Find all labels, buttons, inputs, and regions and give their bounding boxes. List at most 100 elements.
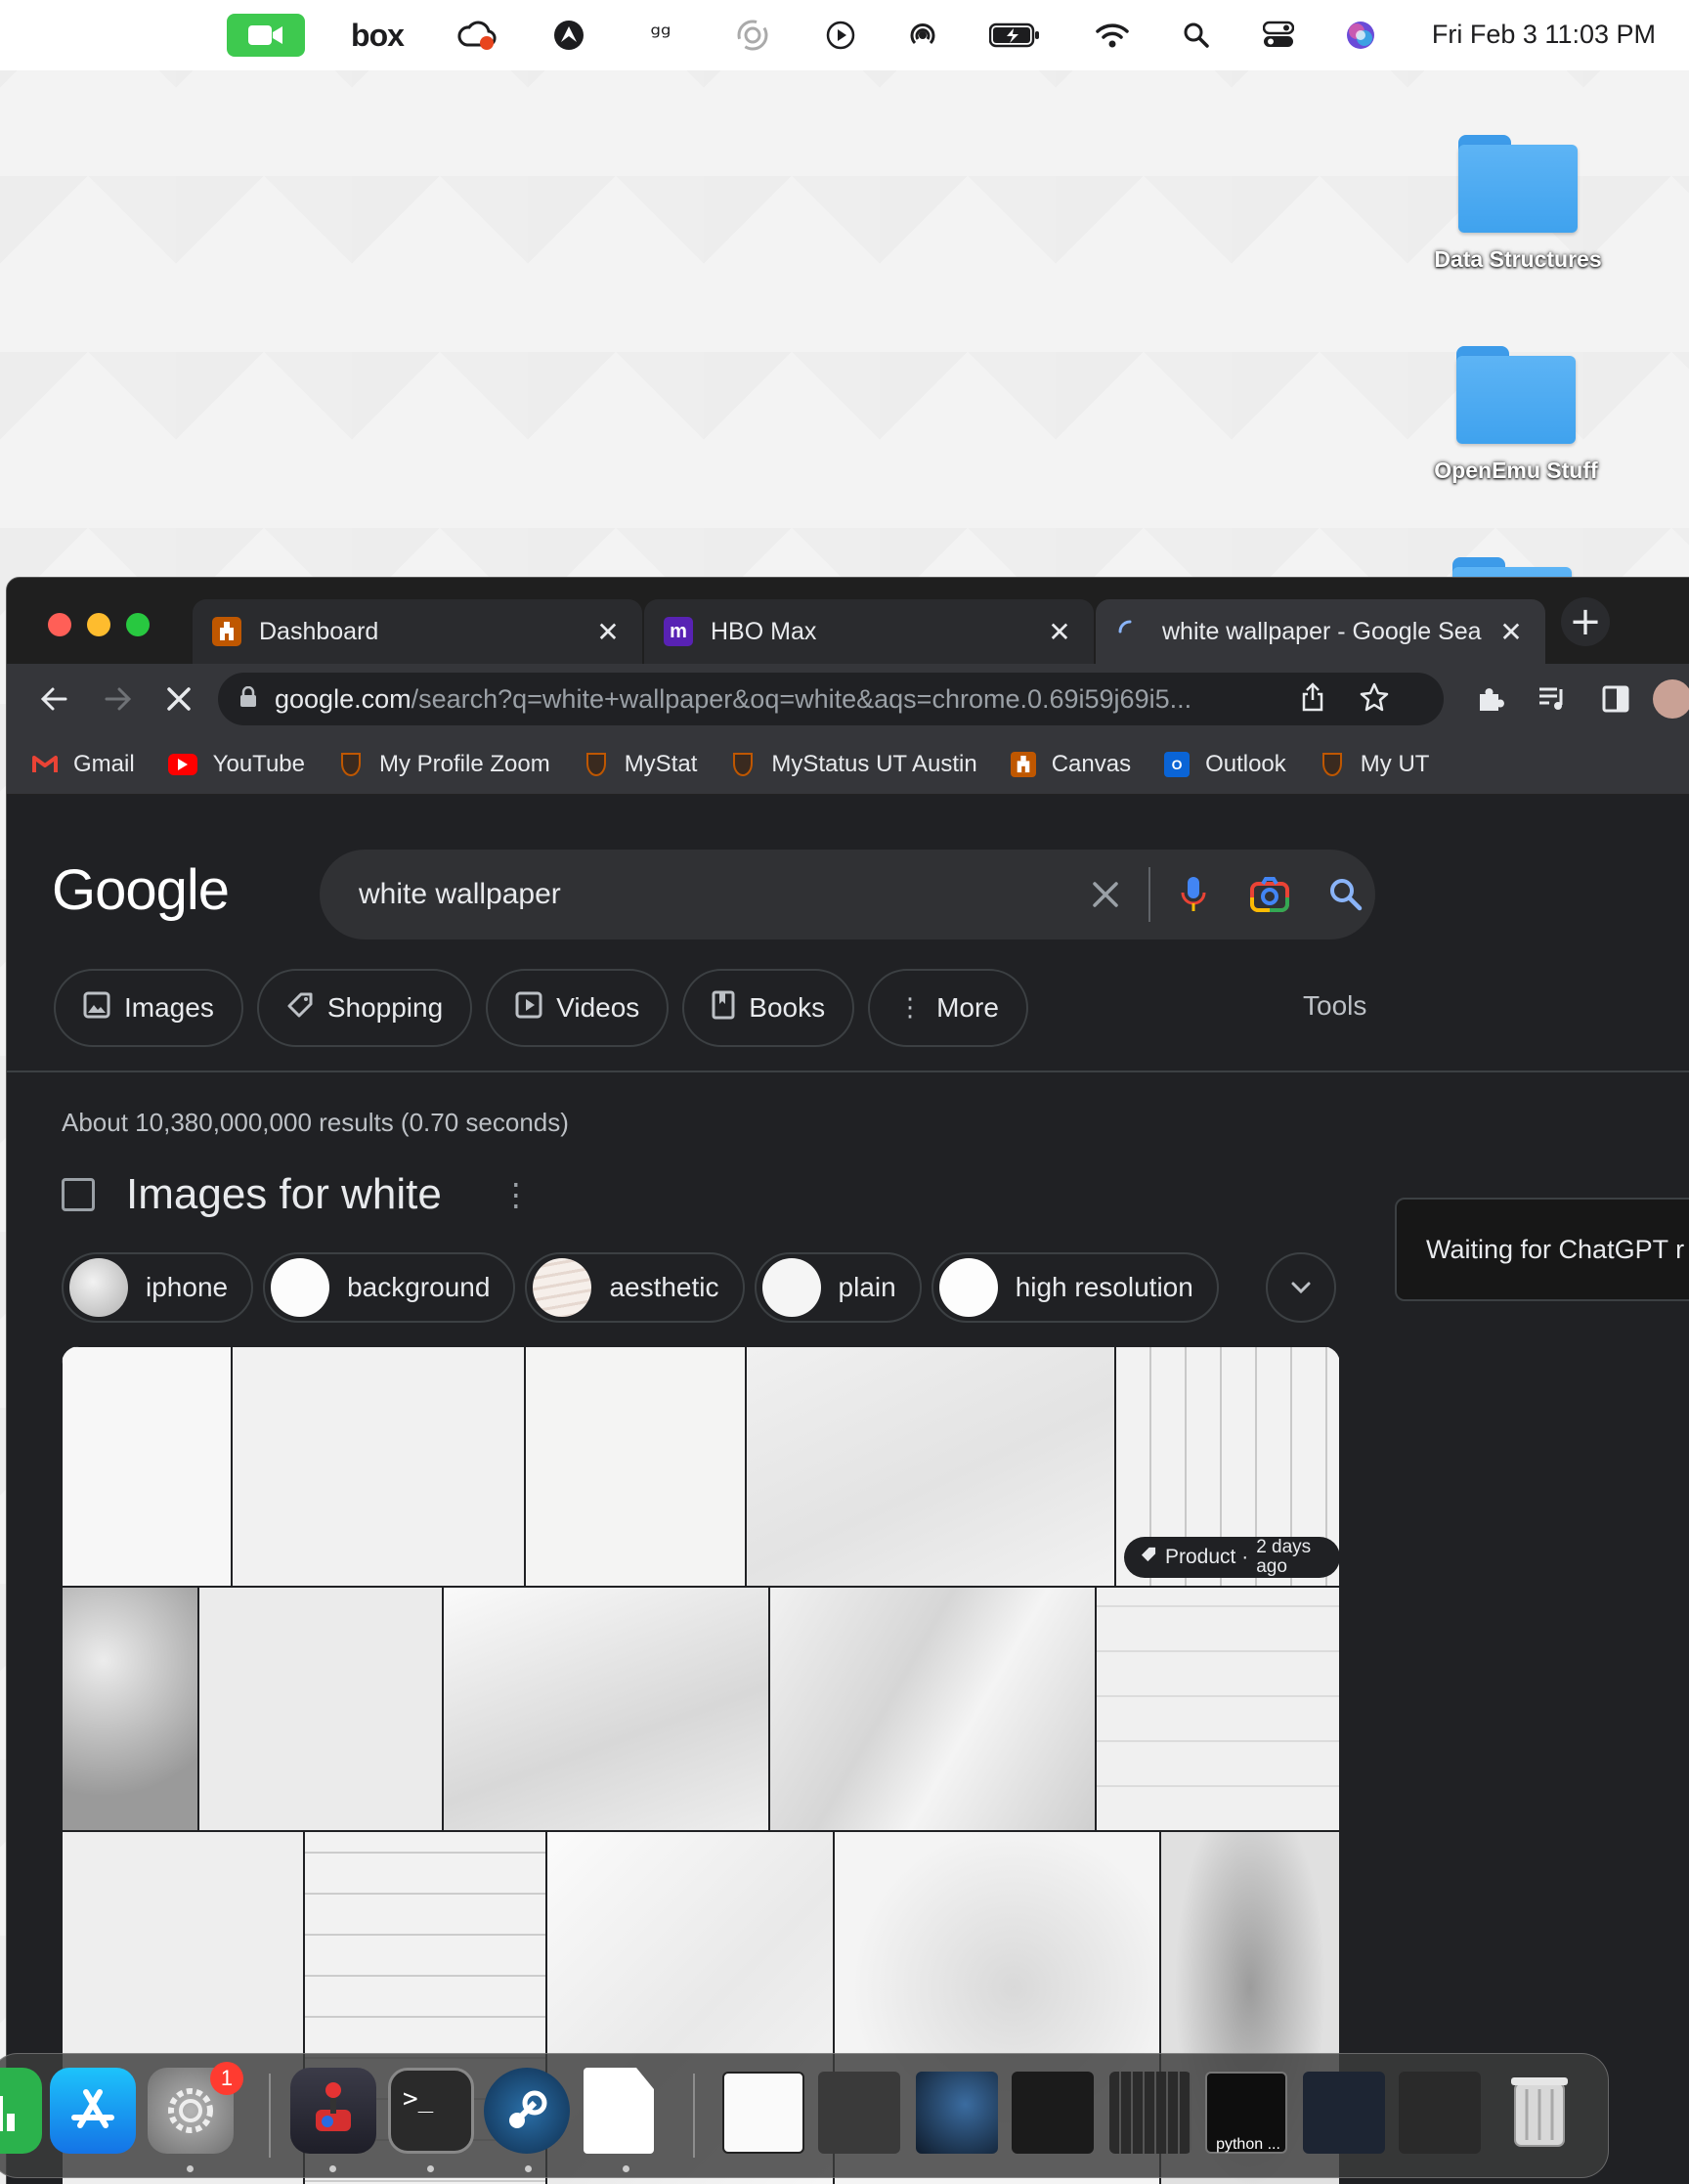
bookmark-my-profile-zoom[interactable]: My Profile Zoom — [338, 751, 550, 778]
play-icon[interactable] — [821, 18, 860, 53]
lock-icon[interactable] — [239, 685, 257, 713]
messages-window-thumbnail[interactable] — [1303, 2072, 1385, 2154]
refine-thumbnail — [938, 1258, 998, 1317]
url-path: /search?q=white+wallpaper&oq=white&aqs=c… — [411, 683, 1192, 714]
close-window-button[interactable] — [48, 613, 71, 636]
refine-chip[interactable]: aesthetic — [525, 1252, 745, 1323]
steam-icon[interactable] — [484, 2068, 570, 2154]
control-center-icon[interactable] — [1259, 18, 1298, 53]
image-result[interactable] — [746, 1346, 1115, 1587]
creative-cloud-icon[interactable] — [455, 18, 498, 53]
share-icon[interactable] — [1301, 681, 1324, 717]
filter-images[interactable]: Images — [54, 969, 243, 1047]
window-thumbnail[interactable] — [916, 2072, 998, 2154]
image-result[interactable] — [525, 1346, 746, 1587]
zoom-window-button[interactable] — [126, 613, 150, 636]
filter-videos[interactable]: Videos — [486, 969, 670, 1047]
side-panel-icon[interactable] — [1594, 677, 1637, 721]
tab-hbo-max[interactable]: m HBO Max ✕ — [644, 599, 1094, 664]
numbers-app-icon[interactable] — [0, 2068, 42, 2154]
tab-dashboard[interactable]: Dashboard ✕ — [193, 599, 642, 664]
image-result[interactable] — [769, 1587, 1096, 1831]
facetime-icon[interactable] — [227, 14, 305, 57]
tab-close-icon[interactable]: ✕ — [1496, 616, 1526, 648]
bookmark-my-ut[interactable]: My UT — [1320, 751, 1429, 778]
vpn-icon[interactable] — [547, 18, 590, 53]
battery-icon[interactable] — [987, 18, 1042, 53]
bookmark-mystatus-ut-austin[interactable]: MyStatus UT Austin — [730, 751, 977, 778]
search-input[interactable]: white wallpaper — [359, 878, 1076, 911]
microphone-icon[interactable] — [1164, 865, 1223, 924]
media-control-icon[interactable] — [1532, 677, 1575, 721]
address-bar[interactable]: google.com/search?q=white+wallpaper&oq=w… — [218, 673, 1444, 725]
wifi-icon[interactable] — [1093, 18, 1132, 53]
search-icon[interactable] — [1317, 865, 1375, 924]
minimize-window-button[interactable] — [87, 613, 110, 636]
image-result[interactable] — [62, 1346, 232, 1587]
new-tab-button[interactable]: + — [1561, 597, 1610, 646]
facetime-window-thumbnail[interactable] — [1012, 2072, 1094, 2154]
desktop-folder-data-structures[interactable]: Data Structures — [1410, 135, 1625, 273]
desktop-folder-openemu-stuff[interactable]: OpenEmu Stuff — [1408, 346, 1624, 484]
google-logo[interactable]: Google — [52, 857, 230, 923]
tools-button[interactable]: Tools — [1303, 990, 1366, 1022]
terminal-icon[interactable]: >_ — [388, 2068, 474, 2154]
image-result[interactable] — [1096, 1587, 1340, 1831]
refine-chip[interactable]: background — [263, 1252, 516, 1323]
tab-google-search[interactable]: white wallpaper - Google Sea ✕ — [1096, 599, 1545, 664]
refine-thumbnail — [69, 1258, 128, 1317]
bookmark-canvas[interactable]: Canvas — [1010, 750, 1132, 778]
box-icon[interactable]: box — [348, 18, 407, 53]
refine-chip[interactable]: plain — [754, 1252, 922, 1323]
window-thumbnail[interactable] — [818, 2072, 900, 2154]
bookmark-label: Outlook — [1205, 750, 1286, 777]
search-box[interactable]: white wallpaper — [320, 850, 1375, 939]
spotlight-icon[interactable] — [1177, 18, 1216, 53]
chrome-window-thumbnail[interactable] — [722, 2072, 804, 2154]
image-result[interactable] — [198, 1587, 443, 1831]
trash-icon[interactable] — [1496, 2068, 1582, 2154]
extensions-puzzle-icon[interactable] — [1469, 677, 1512, 721]
back-arrow-icon[interactable] — [32, 677, 75, 721]
images-section-title[interactable]: Images for white — [126, 1170, 442, 1219]
app-store-icon[interactable] — [50, 2068, 136, 2154]
stop-loading-icon[interactable] — [157, 677, 200, 721]
tab-title: white wallpaper - Google Sea — [1162, 617, 1482, 645]
window-thumbnail[interactable] — [1109, 2072, 1191, 2154]
airdrop-icon[interactable] — [903, 18, 942, 53]
tab-close-icon[interactable]: ✕ — [593, 616, 623, 648]
focus-icon[interactable] — [733, 18, 772, 53]
image-result[interactable] — [232, 1346, 525, 1587]
image-result[interactable]: Product · 2 days ago — [1115, 1346, 1340, 1587]
joystick-app-icon[interactable] — [290, 2068, 376, 2154]
bookmark-label: My Profile Zoom — [378, 750, 550, 777]
airpods-icon[interactable]: ᵍᵍ — [641, 18, 680, 53]
siri-icon[interactable] — [1341, 18, 1380, 53]
chevron-down-icon[interactable] — [1266, 1252, 1336, 1323]
forward-arrow-icon[interactable] — [97, 677, 140, 721]
bookmark-outlook[interactable]: O Outlook — [1164, 751, 1286, 778]
clear-search-icon[interactable] — [1076, 865, 1135, 924]
profile-avatar[interactable] — [1653, 679, 1689, 719]
filter-more[interactable]: ⋮ More — [868, 969, 1028, 1047]
image-result[interactable] — [62, 1587, 198, 1831]
bookmark-label: Canvas — [1051, 750, 1132, 777]
bookmark-gmail[interactable]: Gmail — [32, 751, 135, 778]
url-text[interactable]: google.com/search?q=white+wallpaper&oq=w… — [275, 684, 1291, 715]
filter-shopping[interactable]: Shopping — [256, 969, 473, 1047]
mail-window-thumbnail[interactable] — [1399, 2072, 1481, 2154]
dock-separator — [693, 2074, 695, 2158]
tab-close-icon[interactable]: ✕ — [1045, 616, 1074, 648]
bookmark-youtube[interactable]: YouTube — [167, 751, 305, 778]
filter-books[interactable]: Books — [682, 969, 855, 1047]
bookmark-mystat[interactable]: MyStat — [584, 751, 697, 778]
menu-bar-clock[interactable]: Fri Feb 3 11:03 PM — [1432, 20, 1656, 50]
refine-chip[interactable]: iphone — [62, 1252, 254, 1323]
document-icon[interactable] — [584, 2068, 654, 2154]
more-options-icon[interactable]: ⋮ — [500, 1176, 532, 1213]
google-lens-camera-icon[interactable] — [1240, 865, 1299, 924]
bookmark-star-icon[interactable] — [1360, 682, 1389, 717]
filter-label: Shopping — [326, 992, 444, 1023]
image-result[interactable] — [443, 1587, 769, 1831]
refine-chip[interactable]: high resolution — [931, 1252, 1219, 1323]
